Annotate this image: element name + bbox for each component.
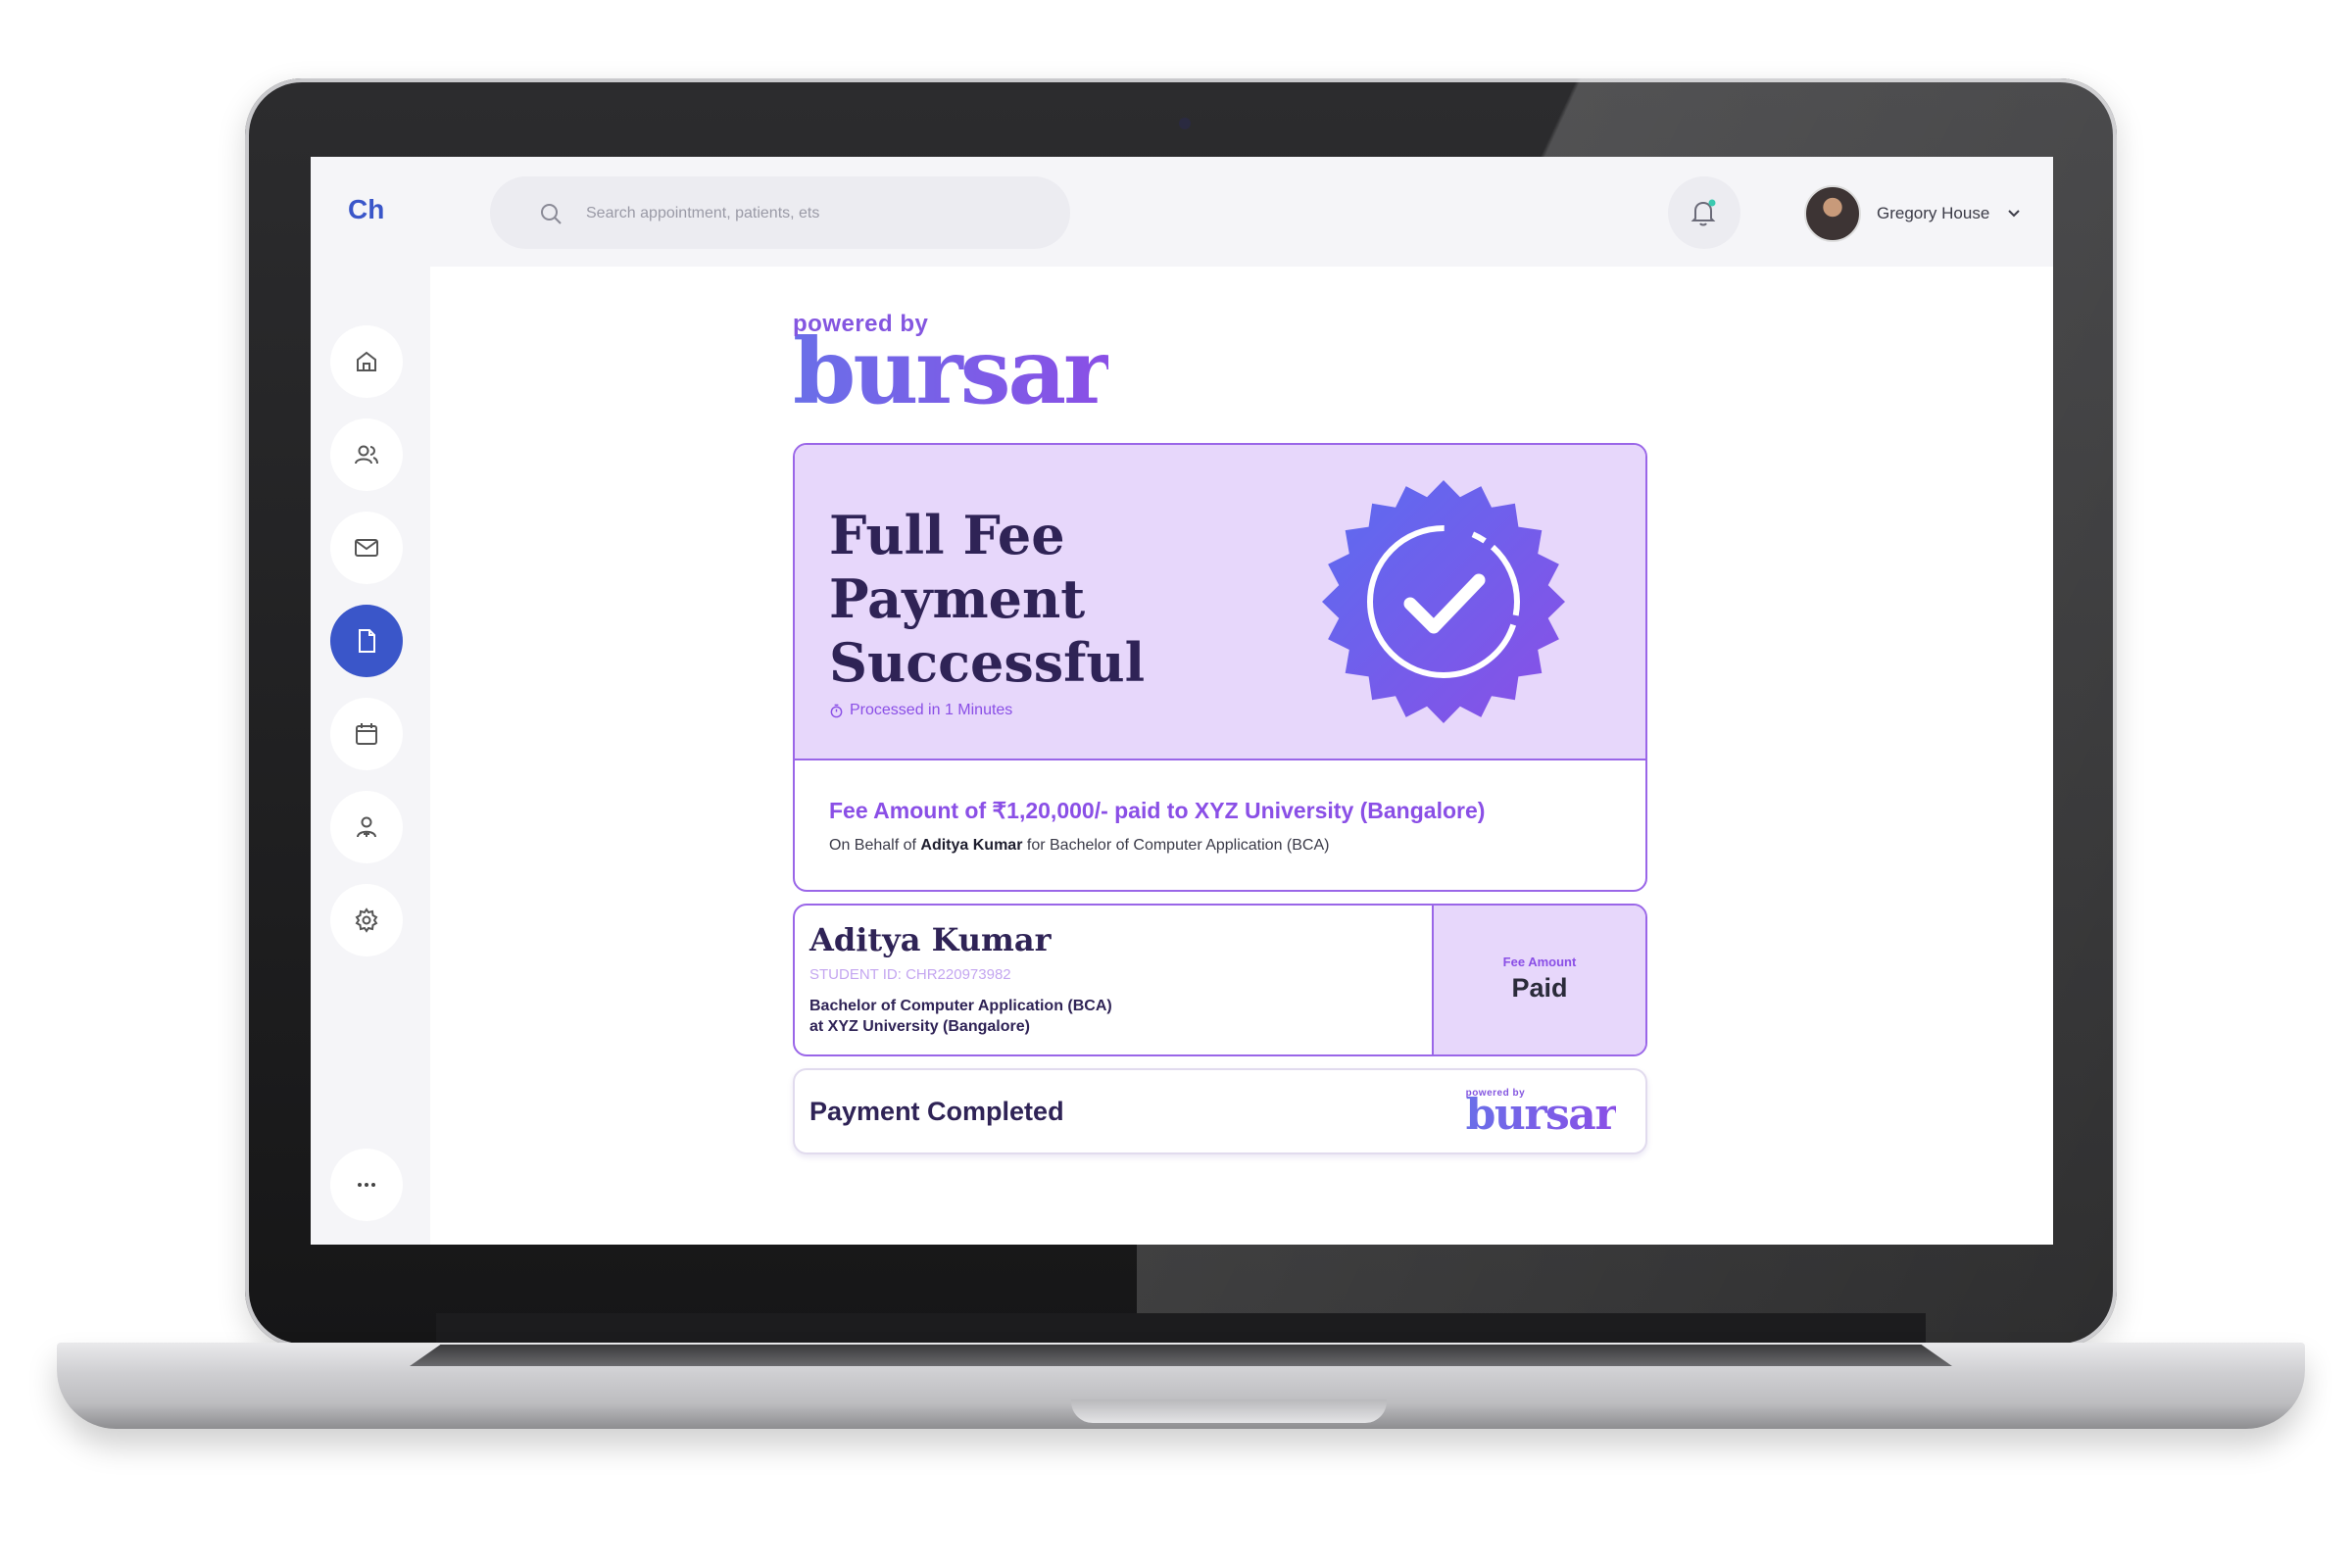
payment-success-card: Full Fee Payment Successful Processed in… [793,443,1647,892]
sidebar-item-messages[interactable] [330,512,403,584]
behalf-prefix: On Behalf of [829,837,916,854]
laptop-base [57,1343,2305,1429]
sidebar-item-home[interactable] [330,325,403,398]
bell-icon [1690,199,1716,226]
app-screen: Ch Gregory House [311,157,2053,1245]
sidebar-item-users[interactable] [330,418,403,491]
document-icon [359,629,375,653]
settings-icon [355,907,378,933]
fee-status-label: Fee Amount [1502,955,1577,969]
behalf-suffix: for Bachelor of Computer Application (BC… [1026,837,1330,854]
behalf-name: Aditya Kumar [920,837,1023,854]
program-name: Bachelor of Computer Application (BCA) [809,998,1112,1014]
payment-success-header: Full Fee Payment Successful Processed in… [795,445,1645,760]
fee-amount-line: Fee Amount of ₹1,20,000/- paid to XYZ Un… [829,798,1486,823]
sidebar-item-add-user[interactable] [330,791,403,863]
bursar-logo-small: powered by bursar [1465,1088,1618,1140]
users-icon [355,445,378,465]
search-icon [541,204,562,224]
laptop-hinge [436,1313,1926,1343]
fee-status-value: Paid [1511,973,1568,1003]
payment-completed-label: Payment Completed [809,1097,1064,1126]
chevron-down-icon [2008,210,2020,218]
bursar-logo: powered by bursar [793,311,1111,424]
bursar-wordmark-small: bursar [1465,1090,1618,1140]
search-input[interactable] [584,198,1039,229]
notifications-button[interactable] [1668,176,1740,249]
main-content: powered by bursar Full Fee Payment Succe… [430,267,2053,1245]
payment-success-title: Full Fee Payment Successful [829,504,1145,695]
sidebar-more-button[interactable] [330,1149,403,1221]
student-id: STUDENT ID: CHR220973982 [809,966,1011,983]
mail-icon [355,539,378,557]
on-behalf-line: On Behalf of Aditya Kumar for Bachelor o… [829,837,1329,855]
student-card: Aditya Kumar STUDENT ID: CHR220973982 Ba… [793,904,1647,1056]
processing-time-text: Processed in 1 Minutes [850,702,1013,718]
processing-time: Processed in 1 Minutes [829,702,1012,719]
title-line-1: Full Fee [829,504,1065,566]
sidebar-item-settings[interactable] [330,884,403,956]
home-icon [357,351,376,371]
user-name: Gregory House [1877,204,1990,222]
more-icon [358,1183,375,1187]
search-bar[interactable] [490,176,1070,249]
add-user-icon [357,816,376,838]
calendar-icon [356,723,377,745]
verified-badge-icon [1322,480,1565,723]
student-program: Bachelor of Computer Application (BCA) a… [809,996,1112,1037]
webcam [1179,118,1191,129]
timer-icon [830,704,843,717]
avatar [1804,185,1861,242]
university-name: at XYZ University (Bangalore) [809,1018,1030,1035]
bursar-wordmark: bursar [793,318,1111,424]
payment-completed-card: Payment Completed powered by bursar [793,1068,1647,1154]
sidebar-item-calendar[interactable] [330,698,403,770]
app-logo[interactable]: Ch [348,194,384,225]
student-name: Aditya Kumar [809,921,1052,958]
title-line-2: Payment [829,567,1086,630]
title-line-3: Successful [829,631,1146,694]
fee-status-box: Fee Amount Paid [1432,906,1645,1054]
sidebar [311,267,430,1245]
user-menu[interactable]: Gregory House [1804,185,2023,242]
sidebar-item-documents[interactable] [330,605,403,677]
